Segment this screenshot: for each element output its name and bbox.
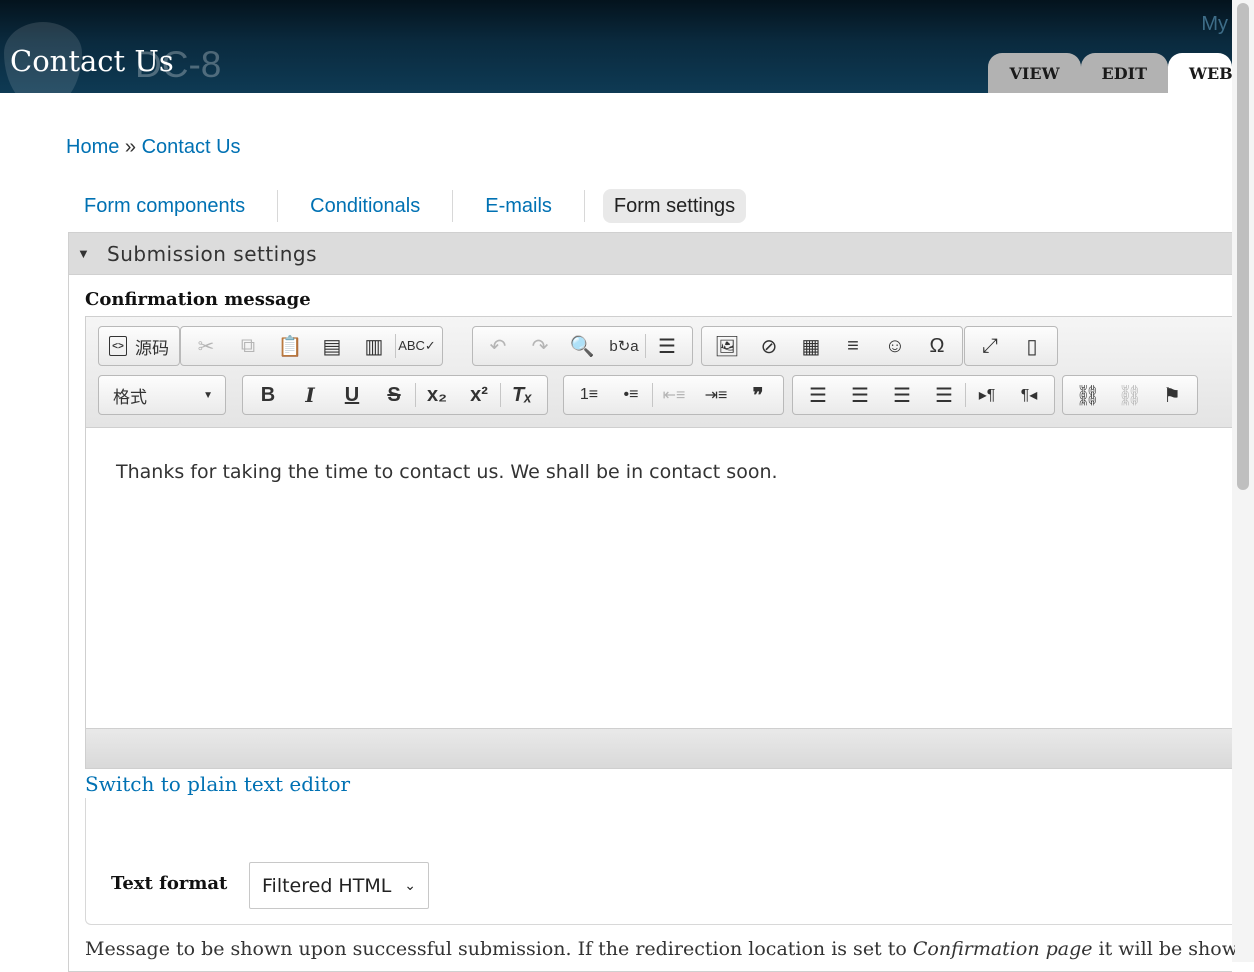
toolbar-group-clipboard: ✂ ⧉ 📋 ▤ ▥ ABC✓ — [180, 326, 443, 366]
editor-content-area[interactable]: Thanks for taking the time to contact us… — [86, 428, 1232, 728]
rtl-icon[interactable]: ¶◂ — [1008, 378, 1050, 412]
replace-icon[interactable]: b↻a — [603, 329, 645, 363]
justify-icon[interactable]: ☰ — [923, 378, 965, 412]
toolbar-group-paragraph: 1≡ •≡ ⇤≡ ⇥≡ ❞ — [563, 375, 784, 415]
align-center-icon[interactable]: ☰ — [839, 378, 881, 412]
link-icon[interactable]: ⛓ — [1067, 378, 1109, 412]
primary-tabs: VIEW EDIT WEB — [988, 53, 1232, 93]
text-format-selected: Filtered HTML — [262, 874, 392, 897]
indent-icon[interactable]: ⇥≡ — [695, 378, 737, 412]
find-icon[interactable]: 🔍 — [561, 329, 603, 363]
page-scrollbar[interactable] — [1232, 0, 1254, 962]
editor-status-bar — [86, 728, 1232, 768]
collapse-arrow-icon[interactable]: ▼ — [77, 246, 97, 261]
bulleted-list-icon[interactable]: •≡ — [610, 378, 652, 412]
toolbar-group-tools: ⤢ ▯ — [964, 326, 1058, 366]
outdent-icon[interactable]: ⇤≡ — [653, 378, 695, 412]
tab-divider — [277, 190, 279, 222]
text-format-select[interactable]: Filtered HTML ⌄ — [249, 862, 429, 909]
secondary-tabs: Form components Conditionals E-mails For… — [70, 189, 747, 223]
tab-conditionals[interactable]: Conditionals — [296, 189, 434, 223]
toolbar-group-align: ☰ ☰ ☰ ☰ ▸¶ ¶◂ — [792, 375, 1055, 415]
text-format-label: Text format — [111, 873, 228, 894]
breadcrumb-home-link[interactable]: Home — [66, 136, 119, 158]
toolbar-group-format: 格式 ▼ — [98, 375, 226, 415]
blockquote-icon[interactable]: ❞ — [737, 378, 779, 412]
tab-divider — [583, 190, 585, 222]
chevron-down-icon: ⌄ — [404, 877, 416, 894]
paste-word-icon[interactable]: ▥ — [353, 329, 395, 363]
paste-icon[interactable]: 📋 — [269, 329, 311, 363]
site-header: DC-8 Contact Us My VIEW EDIT WEB — [0, 0, 1232, 93]
tab-form-components[interactable]: Form components — [70, 189, 259, 223]
tab-divider — [452, 190, 454, 222]
breadcrumb-current-link[interactable]: Contact Us — [142, 136, 241, 158]
redo-icon[interactable]: ↷ — [519, 329, 561, 363]
select-all-icon[interactable]: ☰ — [646, 329, 688, 363]
confirmation-message-label: Confirmation message — [85, 289, 311, 310]
tab-emails[interactable]: E-mails — [471, 189, 566, 223]
copy-icon[interactable]: ⧉ — [227, 329, 269, 363]
italic-icon[interactable]: I — [289, 378, 331, 412]
fieldset-legend-label[interactable]: Submission settings — [107, 242, 317, 266]
special-char-icon[interactable]: Ω — [916, 329, 958, 363]
chevron-down-icon: ▼ — [203, 389, 213, 401]
tab-webform[interactable]: WEB — [1168, 53, 1232, 93]
numbered-list-icon[interactable]: 1≡ — [568, 378, 610, 412]
unlink-icon[interactable]: ⛓ — [1109, 378, 1151, 412]
source-icon: <> — [109, 336, 127, 356]
superscript-icon[interactable]: x² — [458, 378, 500, 412]
fieldset-legend[interactable]: ▼ Submission settings — [69, 233, 1232, 275]
smiley-icon[interactable]: ☺ — [874, 329, 916, 363]
cut-icon[interactable]: ✂ — [185, 329, 227, 363]
toolbar-group-insert: 🖼 ⊘ ▦ ≡ ☺ Ω — [701, 326, 963, 366]
paste-text-icon[interactable]: ▤ — [311, 329, 353, 363]
tab-edit[interactable]: EDIT — [1080, 53, 1168, 93]
toolbar-group-links: ⛓ ⛓ ⚑ — [1062, 375, 1198, 415]
toolbar-group-source: <> 源码 — [98, 326, 180, 366]
image-icon[interactable]: 🖼 — [706, 329, 748, 363]
anchor-icon[interactable]: ⚑ — [1151, 378, 1193, 412]
align-left-icon[interactable]: ☰ — [797, 378, 839, 412]
page-title: Contact Us — [10, 44, 174, 78]
table-icon[interactable]: ▦ — [790, 329, 832, 363]
spellcheck-icon[interactable]: ABC✓ — [396, 329, 438, 363]
remove-format-icon[interactable]: Tₓ — [501, 378, 543, 412]
description-text-after: it will be shown on — [1098, 938, 1235, 960]
strike-icon[interactable]: S — [373, 378, 415, 412]
description-text-before: Message to be shown upon successful subm… — [85, 938, 913, 960]
breadcrumb-separator: » — [124, 136, 137, 158]
underline-icon[interactable]: U — [331, 378, 373, 412]
editor-toolbar: <> 源码 ✂ ⧉ 📋 ▤ ▥ ABC✓ ↶ ↷ 🔍 b↻a ☰ 🖼 ⊘ ▦ ≡ — [86, 317, 1232, 428]
toolbar-group-basicstyles: B I U S x₂ x² Tₓ — [242, 375, 548, 415]
editor-content-text[interactable]: Thanks for taking the time to contact us… — [116, 461, 1202, 483]
tab-view[interactable]: VIEW — [988, 53, 1081, 93]
source-button-label: 源码 — [135, 338, 169, 358]
horizontal-rule-icon[interactable]: ≡ — [832, 329, 874, 363]
show-blocks-icon[interactable]: ▯ — [1011, 329, 1053, 363]
maximize-icon[interactable]: ⤢ — [969, 329, 1011, 363]
source-button[interactable]: <> 源码 — [103, 334, 175, 359]
scrollbar-thumb[interactable] — [1237, 3, 1249, 490]
undo-icon[interactable]: ↶ — [477, 329, 519, 363]
user-menu-link[interactable]: My — [1201, 13, 1228, 36]
subscript-icon[interactable]: x₂ — [416, 378, 458, 412]
ltr-icon[interactable]: ▸¶ — [966, 378, 1008, 412]
breadcrumb: Home » Contact Us — [66, 136, 241, 159]
format-dropdown[interactable]: 格式 ▼ — [101, 378, 223, 412]
description-emphasis: Confirmation page — [912, 938, 1093, 960]
format-dropdown-label: 格式 — [113, 387, 147, 407]
rich-text-editor: <> 源码 ✂ ⧉ 📋 ▤ ▥ ABC✓ ↶ ↷ 🔍 b↻a ☰ 🖼 ⊘ ▦ ≡ — [85, 316, 1232, 769]
bold-icon[interactable]: B — [247, 378, 289, 412]
flash-icon[interactable]: ⊘ — [748, 329, 790, 363]
switch-plain-text-link[interactable]: Switch to plain text editor — [85, 772, 350, 796]
toolbar-group-editing: ↶ ↷ 🔍 b↻a ☰ — [472, 326, 693, 366]
align-right-icon[interactable]: ☰ — [881, 378, 923, 412]
tab-form-settings[interactable]: Form settings — [602, 189, 747, 223]
confirmation-description: Message to be shown upon successful subm… — [85, 938, 1235, 960]
